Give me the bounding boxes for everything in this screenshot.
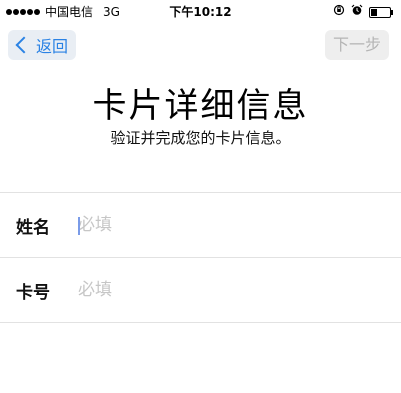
next-button[interactable]: 下一步 [324, 30, 389, 60]
card-number-label: 卡号 [16, 282, 50, 303]
back-button[interactable]: 返回 [8, 30, 77, 60]
card-number-input[interactable] [78, 280, 401, 300]
card-number-row: 卡号 [0, 257, 401, 323]
alarm-icon [351, 0, 363, 24]
card-details-screen: 中国电信 3G 下午10:12 返回 下一步 卡片详细信息 验证并完成您的卡片信… [0, 0, 401, 393]
page-title: 卡片详细信息 [92, 86, 309, 126]
name-row: 姓名 [0, 192, 401, 257]
text-cursor [78, 217, 80, 235]
back-button-label: 返回 [36, 37, 69, 56]
page-subtitle: 验证并完成您的卡片信息。 [110, 129, 291, 147]
name-label: 姓名 [16, 217, 50, 238]
rotation-lock-icon [333, 0, 345, 24]
battery-icon [369, 6, 393, 18]
card-form: 姓名 卡号 [0, 192, 401, 323]
chevron-left-icon [15, 36, 33, 54]
name-input[interactable] [78, 215, 401, 235]
status-right [327, 0, 393, 24]
status-bar: 中国电信 3G 下午10:12 [0, 0, 401, 24]
